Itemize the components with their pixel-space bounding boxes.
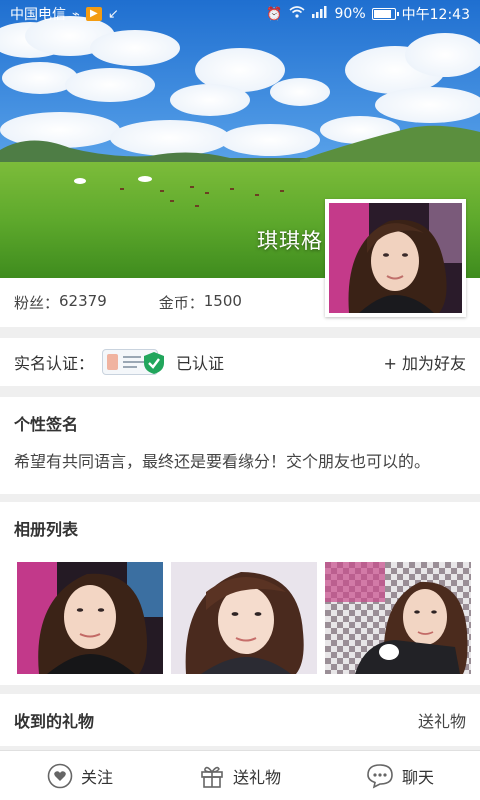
received-gifts-row: 收到的礼物 送礼物 xyxy=(0,694,480,746)
coins-label: 金币： xyxy=(158,294,204,312)
heart-icon xyxy=(47,763,73,788)
send-gift-button[interactable]: 送礼物 xyxy=(160,751,320,800)
gift-icon xyxy=(201,766,223,788)
follow-label: 关注 xyxy=(80,767,113,787)
profile-nickname: 琪琪格 xyxy=(257,229,323,253)
verification-label: 实名认证： xyxy=(14,354,95,373)
signature-title: 个性签名 xyxy=(14,415,79,434)
verified-check-icon xyxy=(144,352,165,374)
album-section: 相册列表 xyxy=(0,502,480,685)
profile-avatar[interactable] xyxy=(325,199,466,317)
fans-label: 粉丝： xyxy=(14,294,60,312)
album-photo-list xyxy=(17,562,473,674)
album-photo[interactable] xyxy=(325,562,471,674)
chat-button[interactable]: 聊天 xyxy=(320,751,480,800)
usb-icon: ⌁ xyxy=(72,6,80,22)
carrier-label: 中国电信 xyxy=(10,7,66,23)
app-notification-icon: ▶ xyxy=(85,7,102,21)
real-name-verification-row: 实名认证： 已认证 + 加为好友 xyxy=(0,338,480,386)
chat-label: 聊天 xyxy=(401,767,434,787)
alarm-icon: ⏰ xyxy=(266,6,283,22)
album-title: 相册列表 xyxy=(14,520,79,539)
coins-stat: 金币： 1500 xyxy=(159,292,242,313)
bottom-action-bar: 关注 送礼物 聊天 xyxy=(0,750,480,800)
status-bar: 中国电信 ⌁ ▶ ↙ ⏰ 90% 中午12:43 xyxy=(0,0,480,28)
album-photo[interactable] xyxy=(17,562,163,674)
battery-icon xyxy=(371,8,399,20)
send-gift-label: 送礼物 xyxy=(232,767,281,787)
battery-percent: 90% xyxy=(334,6,366,22)
album-photo[interactable] xyxy=(171,562,317,674)
signal-4g-icon xyxy=(311,6,329,22)
signature-section: 个性签名 希望有共同语言，最终还是要看缘分！交个朋友也可以的。 xyxy=(0,397,480,494)
missed-call-icon: ↙ xyxy=(107,6,119,22)
wifi-icon xyxy=(288,6,305,22)
send-gift-link[interactable]: 送礼物 xyxy=(418,708,466,732)
signature-text: 希望有共同语言，最终还是要看缘分！交个朋友也可以的。 xyxy=(14,452,431,471)
fans-stat: 粉丝： 62379 xyxy=(14,292,107,313)
verification-status: 已认证 xyxy=(176,354,225,373)
follow-button[interactable]: 关注 xyxy=(0,751,160,800)
add-friend-button[interactable]: + 加为好友 xyxy=(384,350,467,374)
clock: 中午12:43 xyxy=(401,7,470,23)
fans-count: 62379 xyxy=(59,292,107,310)
chat-icon xyxy=(367,763,393,788)
id-card-icon xyxy=(102,349,165,375)
coins-count: 1500 xyxy=(203,292,242,310)
received-gifts-title: 收到的礼物 xyxy=(14,712,95,731)
